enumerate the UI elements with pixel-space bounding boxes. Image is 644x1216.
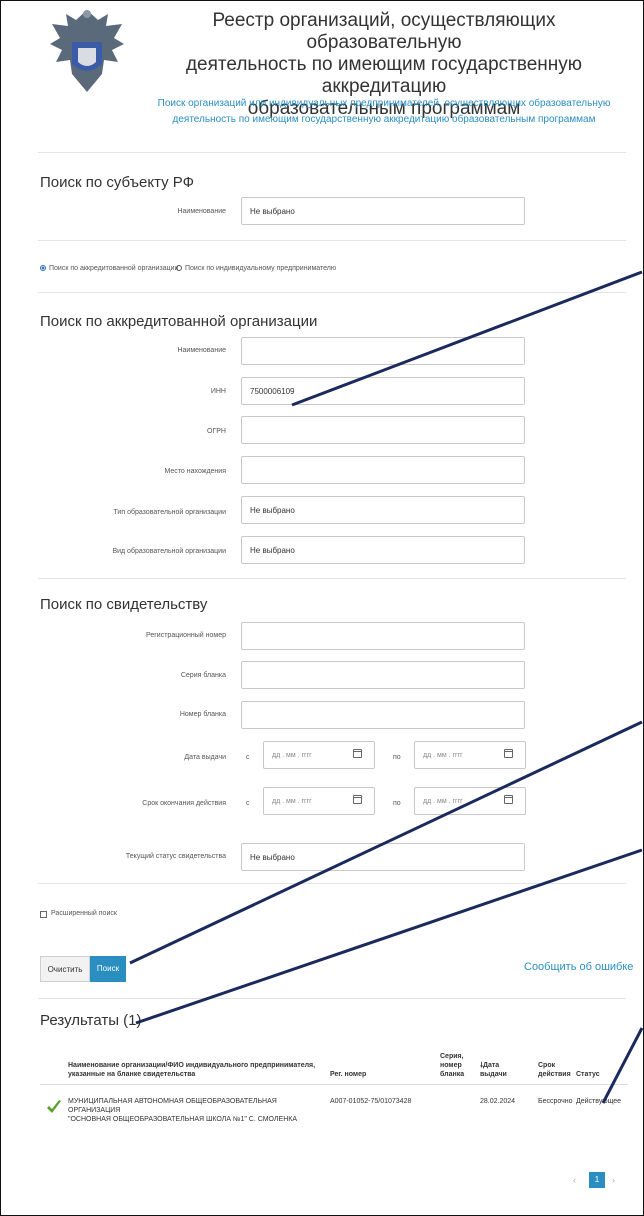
expiry-date-label: Срок окончания действия [142,800,226,807]
col-header-reg[interactable]: Рег. номер [330,1070,366,1079]
issue-from-label: с [246,754,250,761]
region-name-label: Наименование [177,208,226,215]
col-header-series[interactable]: Серия, номер бланка [440,1052,464,1079]
location-field[interactable] [241,456,525,484]
emblem-icon [50,10,124,92]
date-placeholder: дд . мм . гггг [423,752,463,759]
date-placeholder: дд . мм . гггг [272,752,312,759]
advanced-search-checkbox[interactable] [40,911,47,918]
ogrn-field[interactable] [241,416,525,444]
org-heading: Поиск по аккредитованной организации [40,313,318,330]
expiry-from-label: с [246,800,250,807]
col-header-term[interactable]: Срок действия [538,1061,571,1079]
calendar-icon[interactable] [353,795,362,804]
date-placeholder: дд . мм . гггг [272,798,312,805]
inn-label: ИНН [210,388,226,395]
cert-heading: Поиск по свидетельству [40,596,208,613]
blank-number-field[interactable] [241,701,525,729]
calendar-icon[interactable] [504,749,513,758]
series-field[interactable] [241,661,525,689]
col-header-date[interactable]: 🠗Дата выдачи [480,1061,507,1079]
results-heading: Результаты (1) [40,1012,142,1029]
report-error-link[interactable]: Сообщить об ошибке [524,961,633,973]
table-row-status: Действующее [576,1098,622,1105]
calendar-icon[interactable] [353,749,362,758]
divider [38,578,626,579]
pagination-next[interactable]: › [612,1175,615,1185]
radio-org-label[interactable]: Поиск по аккредитованной организации [49,265,178,272]
issue-to-label: по [393,754,401,761]
pagination-page-1[interactable]: 1 [589,1172,605,1188]
search-button[interactable]: Поиск [90,956,126,982]
blank-number-label: Номер бланка [179,711,226,718]
radio-ip-label[interactable]: Поиск по индивидуальному предпринимателю [185,265,336,272]
divider [38,998,626,999]
radio-ip[interactable] [176,265,182,271]
divider [38,240,626,241]
inn-field[interactable]: 7500006109 [241,377,525,405]
issue-to-field[interactable]: дд . мм . гггг [414,741,526,769]
table-row-reg: А007-01052-75/01073428 [330,1098,412,1105]
col-header-status[interactable]: Статус [576,1070,600,1079]
date-placeholder: дд . мм . гггг [423,798,463,805]
org-kind-label: Вид образовательной организации [112,548,226,555]
pagination-prev[interactable]: ‹ [573,1175,576,1185]
table-row-date: 28.02.2024 [480,1098,516,1105]
divider [38,152,626,153]
reg-number-field[interactable] [241,622,525,650]
series-label: Серия бланка [180,672,226,679]
issue-date-label: Дата выдачи [184,754,226,761]
issue-from-field[interactable]: дд . мм . гггг [263,741,375,769]
table-row-name[interactable]: МУНИЦИПАЛЬНАЯ АВТОНОМНАЯ ОБЩЕОБРАЗОВАТЕЛ… [68,1097,328,1124]
location-label: Место нахождения [164,468,227,475]
divider [38,883,626,884]
cert-status-select[interactable]: Не выбрано [241,843,525,871]
checkmark-icon [47,1100,61,1113]
calendar-icon[interactable] [504,795,513,804]
org-name-label: Наименование [177,347,226,354]
org-kind-select[interactable]: Не выбрано [241,536,525,564]
table-header-divider [40,1084,628,1085]
org-type-select[interactable]: Не выбрано [241,496,525,524]
cert-status-label: Текущий статус свидетельства [125,853,226,860]
reg-number-label: Регистрационный номер [146,632,226,639]
ogrn-label: ОГРН [207,428,226,435]
divider [38,292,626,293]
region-select[interactable]: Не выбрано [241,197,525,225]
col-header-name[interactable]: Наименование организации/ФИО индивидуаль… [68,1061,328,1079]
expiry-to-field[interactable]: дд . мм . гггг [414,787,526,815]
page-subtitle: Поиск организаций или индивидуальных пре… [157,98,611,125]
advanced-search-label[interactable]: Расширенный поиск [51,910,117,917]
region-heading: Поиск по субъекту РФ [40,174,195,191]
table-row-term: Бессрочно [538,1098,573,1105]
radio-org[interactable] [40,265,46,271]
clear-button[interactable]: Очистить [40,956,90,982]
expiry-from-field[interactable]: дд . мм . гггг [263,787,375,815]
org-type-label: Тип образовательной организации [113,509,226,516]
expiry-to-label: по [393,800,401,807]
org-name-field[interactable] [241,337,525,365]
